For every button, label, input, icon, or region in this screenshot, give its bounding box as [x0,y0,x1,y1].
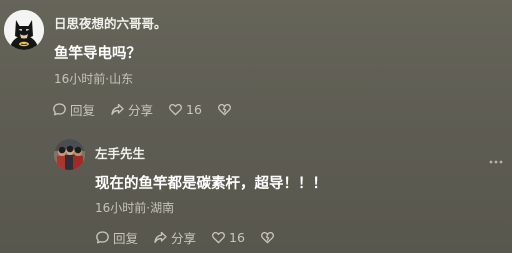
comment-thread: 日思夜想的六哥哥。 鱼竿导电吗？ 16小时前·山东 回复 分享 16 左手先生 … [0,0,512,253]
reply-label: 回复 [113,231,139,246]
reply-reply-button[interactable]: 回复 [95,228,138,247]
share-label: 分享 [171,231,197,246]
comment-bubble-icon [96,231,109,244]
comment-actions: 回复 分享 16 [52,100,247,119]
broken-heart-icon [217,103,231,116]
group-photo-avatar-icon [54,139,85,170]
comment-text: 鱼竿导电吗？ [54,46,141,62]
avatar[interactable] [4,10,44,50]
reply-button[interactable]: 回复 [52,100,95,119]
reply-label: 回复 [70,103,96,118]
like-count: 16 [186,102,202,117]
like-count: 16 [229,230,245,245]
more-options-button[interactable] [488,151,504,164]
more-dots-icon [489,160,503,164]
broken-heart-icon [260,231,274,244]
like-button[interactable]: 16 [168,102,202,117]
heart-icon [169,103,182,116]
reply-meta: 16小时前·湖南 [95,201,175,215]
share-icon [111,103,124,115]
reply-actions: 回复 分享 16 [95,228,290,247]
comment-meta: 16小时前·山东 [54,72,134,86]
share-label: 分享 [128,103,154,118]
batman-avatar-icon [4,10,44,50]
share-icon [154,231,167,243]
reply-share-button[interactable]: 分享 [153,228,196,247]
reply-like-button[interactable]: 16 [211,230,245,245]
dislike-button[interactable] [217,102,232,117]
heart-icon [212,231,225,244]
reply-author[interactable]: 左手先生 [95,143,145,162]
share-button[interactable]: 分享 [110,100,153,119]
reply-text: 现在的鱼竿都是碳素杆，超导！！！ [95,176,327,192]
comment-author[interactable]: 日思夜想的六哥哥。 [54,13,167,32]
comment-bubble-icon [53,103,66,116]
reply-avatar[interactable] [54,139,85,170]
reply-dislike-button[interactable] [260,230,275,245]
